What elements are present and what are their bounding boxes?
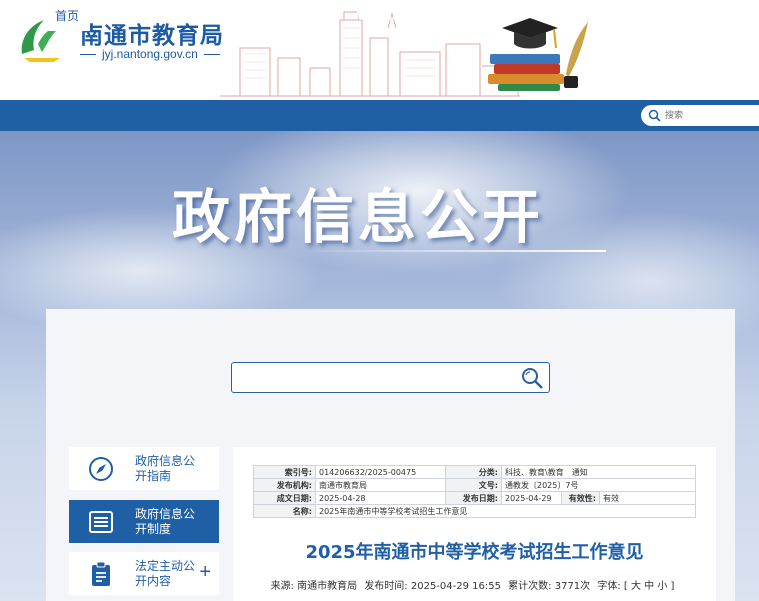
table-row: 名称: 2025年南通市中等学校考试招生工作意见 <box>253 504 696 518</box>
expand-plus-icon[interactable]: + <box>199 562 211 582</box>
article-source: 来源: 南通市教育局 <box>270 581 358 592</box>
sidebar-item-guide[interactable]: 政府信息公开指南 <box>69 447 219 490</box>
sidebar-item-label: 政府信息公开制度 <box>135 507 196 536</box>
banner-title: 政府信息公开 <box>172 183 545 251</box>
article-time: 发布时间: 2025-04-29 16:55 <box>364 581 501 592</box>
search-icon[interactable] <box>648 109 661 122</box>
nav-interaction[interactable]: 互动交流 <box>556 0 620 31</box>
document-list-icon <box>89 511 113 533</box>
meta-key: 有效性: <box>561 491 600 505</box>
meta-key: 成文日期: <box>253 491 316 505</box>
meta-key: 分类: <box>445 465 502 479</box>
meta-value: 2025-04-29 <box>501 491 562 505</box>
meta-key: 发布机构: <box>253 478 316 492</box>
article-info: 来源: 南通市教育局 发布时间: 2025-04-29 16:55 累计次数: … <box>233 577 716 592</box>
domain-right-rule <box>203 53 220 55</box>
disclosure-search-box <box>231 362 550 393</box>
sidebar-item-label: 法定主动公开内容 <box>135 559 196 588</box>
article-views: 累计次数: 3771次 <box>508 581 591 592</box>
nav-info-disclosure[interactable]: 信息公开 <box>245 0 309 31</box>
meta-key: 发布日期: <box>445 491 502 505</box>
metadata-table: 索引号: 014206632/2025-00475 分类: 科技、教育\教育 通… <box>253 465 696 518</box>
meta-value: 2025-04-28 <box>315 491 446 505</box>
domain-left-rule <box>80 53 96 55</box>
nav-interpretation[interactable]: 解读回应 <box>348 0 412 31</box>
table-row: 索引号: 014206632/2025-00475 分类: 科技、教育\教育 通… <box>253 465 696 479</box>
table-row: 发布机构: 南通市教育局 文号: 通教发〔2025〕7号 <box>253 478 696 492</box>
sidebar-item-statutory-content[interactable]: 法定主动公开内容 + <box>69 552 219 595</box>
nav-public-service[interactable]: 公共服务 <box>452 0 516 31</box>
nav-news[interactable]: 新闻中心 <box>140 0 204 31</box>
meta-value: 南通市教育局 <box>315 478 446 492</box>
meta-value: 通教发〔2025〕7号 <box>501 478 696 492</box>
meta-key: 名称: <box>253 504 316 518</box>
font-size-switcher[interactable]: 字体: [ 大 中 小 ] <box>597 581 674 592</box>
search-button-icon[interactable] <box>519 366 545 390</box>
meta-value: 科技、教育\教育 通知 <box>501 465 696 479</box>
article-title: 2025年南通市中等学校考试招生工作意见 <box>305 542 644 563</box>
compass-icon <box>89 457 113 481</box>
disclosure-search-input[interactable] <box>240 368 510 388</box>
clipboard-icon <box>92 561 110 586</box>
sidebar-item-label: 政府信息公开指南 <box>135 454 196 483</box>
banner-underline <box>300 250 606 252</box>
nav-home[interactable]: 首页 <box>44 2 90 31</box>
nav-search-input[interactable] <box>665 107 755 124</box>
meta-value: 有效 <box>599 491 696 505</box>
table-row: 成文日期: 2025-04-28 发布日期: 2025-04-29 有效性: 有… <box>253 491 696 505</box>
meta-key: 文号: <box>445 478 502 492</box>
meta-key: 索引号: <box>253 465 316 479</box>
sidebar-item-system[interactable]: 政府信息公开制度 <box>69 500 219 543</box>
meta-value: 2025年南通市中等学校考试招生工作意见 <box>315 504 696 518</box>
site-domain-text: jyj.nantong.gov.cn <box>102 47 198 61</box>
meta-value: 014206632/2025-00475 <box>315 465 446 479</box>
site-domain: jyj.nantong.gov.cn <box>80 47 220 61</box>
nav-search <box>641 105 759 126</box>
